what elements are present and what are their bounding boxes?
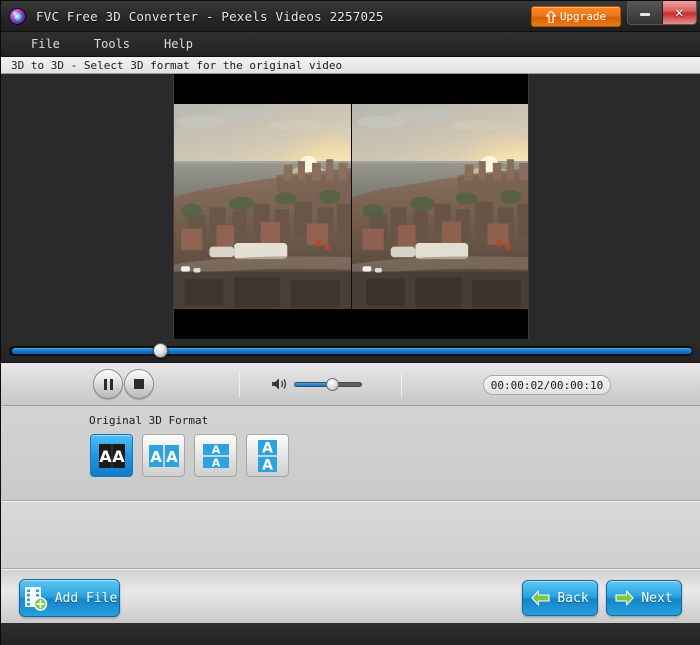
format-section-label: Original 3D Format (89, 414, 209, 427)
anaglyph-3d-format-button[interactable]: A A (90, 434, 133, 477)
close-button[interactable]: ✕ (662, 1, 696, 24)
stop-button[interactable] (124, 369, 154, 399)
pause-button[interactable] (93, 369, 123, 399)
action-bar: Add File Back Next (1, 569, 700, 623)
svg-text:A: A (262, 440, 273, 456)
window-footer (1, 623, 700, 645)
right-eye-image (351, 104, 528, 309)
volume-slider[interactable] (294, 378, 362, 391)
svg-text:A: A (166, 448, 178, 466)
step-instruction-bar: 3D to 3D - Select 3D format for the orig… (1, 57, 700, 74)
output-settings-form: Audio Track: No Audio Profile: MPEG-4 Vi… (1, 501, 700, 569)
side-by-side-icon: A A (148, 444, 179, 467)
volume-icon[interactable] (271, 377, 289, 391)
seek-fill (12, 347, 692, 354)
menu-item-help[interactable]: Help (160, 35, 197, 53)
back-label: Back (557, 590, 589, 606)
svg-text:A: A (211, 444, 220, 457)
add-file-label: Add File (54, 590, 118, 606)
app-logo-icon (9, 7, 26, 25)
menu-item-file[interactable]: File (27, 35, 64, 53)
playback-control-bar: 00:00:02/00:00:10 (1, 363, 700, 406)
seek-bar[interactable] (1, 339, 700, 363)
top-bottom-half-height-format-button[interactable]: A A (194, 434, 237, 477)
up-arrow-icon (545, 10, 556, 23)
window-title: FVC Free 3D Converter - Pexels Videos 22… (36, 8, 384, 24)
minimize-button[interactable] (628, 1, 663, 24)
video-frame (173, 74, 529, 339)
control-divider-left (239, 371, 240, 397)
side-by-side-half-width-format-button[interactable]: A A (142, 434, 185, 477)
format-and-info-panel: Original 3D Format A A A A A A A A (1, 406, 700, 501)
top-bottom-full-icon: A A (258, 439, 277, 472)
control-divider-right (401, 371, 402, 397)
svg-text:A: A (112, 447, 125, 466)
next-label: Next (641, 590, 673, 606)
minimize-icon (639, 13, 650, 16)
back-button[interactable]: Back (522, 580, 598, 616)
video-preview-area[interactable] (1, 74, 700, 339)
stereo-pair (174, 104, 528, 309)
format-options: A A A A A A A A (90, 434, 289, 477)
top-bottom-full-format-button[interactable]: A A (246, 434, 289, 477)
next-button[interactable]: Next (606, 580, 682, 616)
arrow-right-icon (615, 590, 634, 606)
volume-thumb[interactable] (325, 378, 339, 391)
svg-text:A: A (262, 457, 273, 472)
arrow-left-icon (531, 590, 550, 606)
menu-item-tools[interactable]: Tools (90, 35, 134, 53)
add-file-icon (24, 587, 47, 611)
menu-bar: File Tools Help (1, 32, 700, 57)
add-file-button[interactable]: Add File (19, 579, 120, 617)
anaglyph-icon: A A (98, 443, 125, 468)
window-buttons: ✕ (627, 1, 697, 25)
pause-icon (103, 378, 113, 390)
left-eye-image (174, 104, 351, 309)
upgrade-button[interactable]: Upgrade (531, 6, 621, 27)
application-window: FVC Free 3D Converter - Pexels Videos 22… (0, 0, 700, 645)
svg-text:A: A (211, 456, 220, 468)
top-bottom-icon: A A (202, 443, 229, 468)
svg-text:A: A (99, 447, 112, 466)
time-display: 00:00:02/00:00:10 (483, 375, 611, 395)
close-icon: ✕ (675, 4, 684, 21)
title-bar: FVC Free 3D Converter - Pexels Videos 22… (1, 1, 700, 32)
seek-track[interactable] (9, 343, 693, 358)
svg-text:A: A (150, 448, 162, 466)
upgrade-label: Upgrade (559, 10, 607, 23)
seek-thumb-icon[interactable] (153, 343, 169, 358)
stop-icon (134, 379, 144, 389)
